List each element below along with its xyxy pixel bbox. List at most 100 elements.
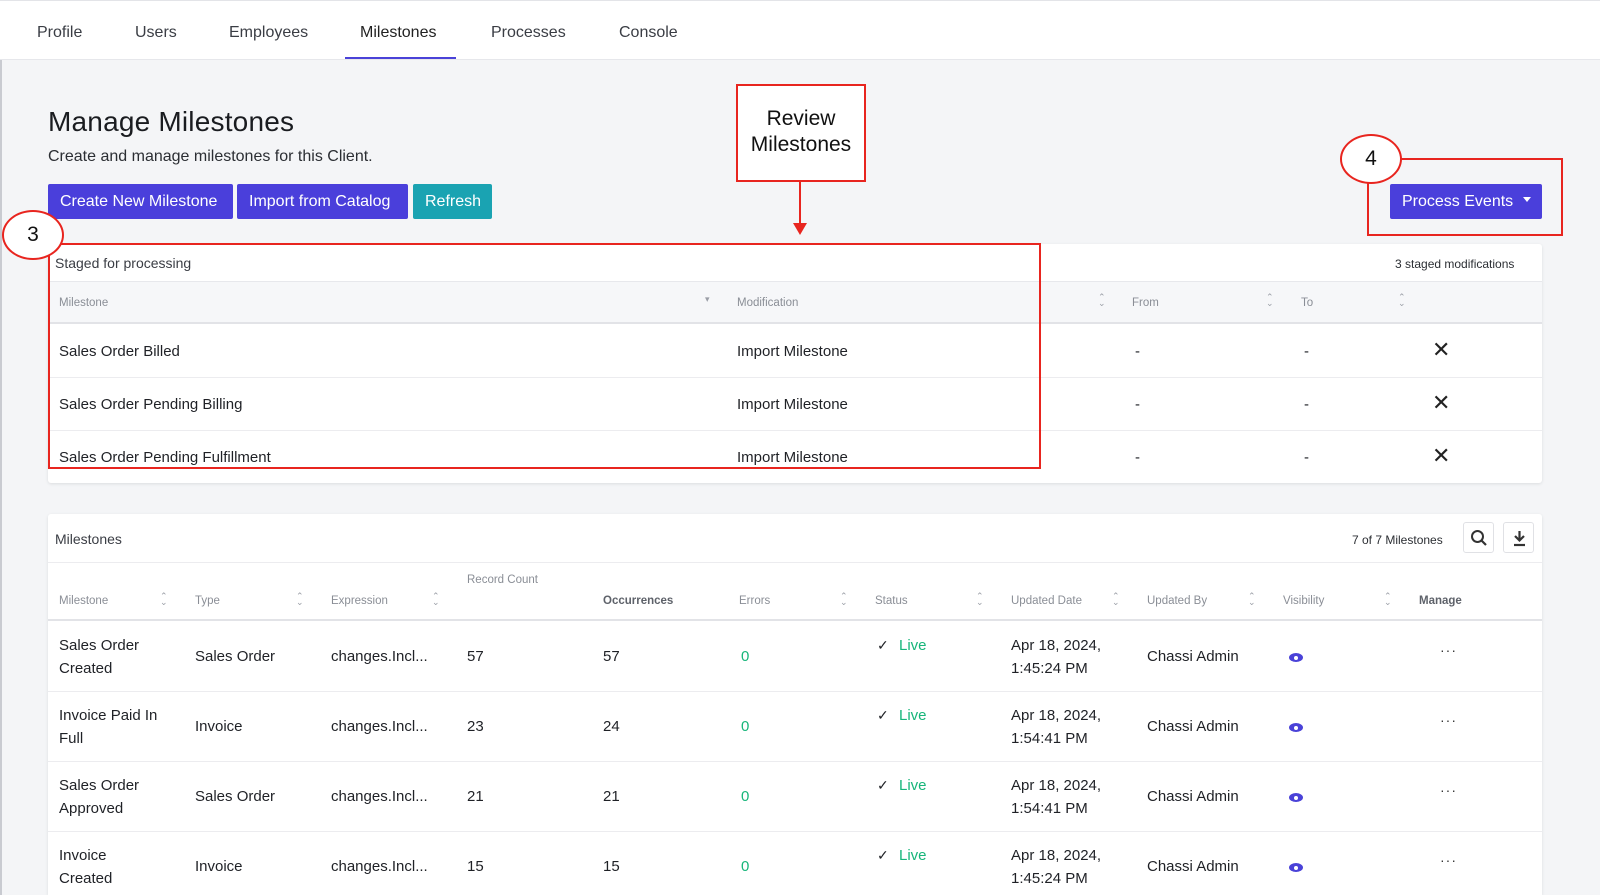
milestones-header-row: Milestone ⌃ ⌄ Type ⌃ ⌄ Expression ⌃ ⌄ Recor… [48,562,1542,621]
close-icon[interactable]: ✕ [1432,445,1450,467]
eye-icon[interactable] [1289,723,1303,732]
page-title: Manage Milestones [48,106,295,137]
import-catalog-button[interactable]: Import from Catalog [237,184,408,219]
milestone-occurrences: 21 [603,788,620,805]
col-status[interactable]: Status [875,595,908,607]
check-icon: ✓ [877,847,889,863]
more-icon[interactable]: ··· [1440,852,1457,868]
more-icon[interactable]: ··· [1440,782,1457,798]
col-manage: Manage [1419,595,1462,607]
milestone-record-count: 15 [467,858,484,875]
sort-icon[interactable]: ⌃ ⌄ [296,592,304,607]
milestone-name[interactable]: Sales Order Approved [59,774,169,820]
milestones-title: Milestones [55,531,122,547]
eye-icon[interactable] [1289,653,1303,662]
col-occurrences[interactable]: Occurrences [603,595,673,607]
col-updated-date[interactable]: Updated Date [1011,595,1082,607]
milestone-name[interactable]: Invoice Paid In Full [59,704,179,750]
staged-to: - [1304,396,1309,413]
milestone-errors: 0 [741,858,750,875]
status-badge: Live [899,847,927,864]
staged-to: - [1304,449,1309,466]
tab-milestones[interactable]: Milestones [360,1,436,60]
tab-processes[interactable]: Processes [491,1,566,60]
sort-icon[interactable]: ⌃ ⌄ [1384,592,1392,607]
tab-console[interactable]: Console [619,1,678,60]
milestones-count: 7 of 7 Milestones [1352,533,1443,547]
arrow-down-icon [793,223,807,235]
close-icon[interactable]: ✕ [1432,392,1450,414]
annotation-text-line2: Milestones [750,133,852,156]
sort-icon[interactable]: ⌃ ⌄ [1112,592,1120,607]
milestone-updated-by: Chassi Admin [1147,858,1239,875]
milestone-updated-date: Apr 18, 2024, 1:45:24 PM [1011,847,1102,887]
sort-icon[interactable]: ⌃ ⌄ [976,592,984,607]
milestone-expression: changes.Incl... [331,718,428,735]
sort-icon[interactable]: ⌃ ⌄ [840,592,848,607]
col-expression[interactable]: Expression [331,595,388,607]
staged-from: - [1135,343,1140,360]
milestone-errors: 0 [741,648,750,665]
annotation-box-staged [48,243,1041,469]
eye-icon[interactable] [1289,863,1303,872]
col-errors[interactable]: Errors [739,595,770,607]
milestone-record-count: 21 [467,788,484,805]
page-subtitle: Create and manage milestones for this Cl… [48,148,373,165]
sort-icon[interactable]: ⌃ ⌄ [1098,293,1106,308]
col-milestone[interactable]: Milestone [59,595,108,607]
more-icon[interactable]: ··· [1440,712,1457,728]
col-visibility[interactable]: Visibility [1283,595,1324,607]
sort-icon[interactable]: ⌃ ⌄ [432,592,440,607]
status-badge: Live [899,707,927,724]
tab-profile[interactable]: Profile [37,1,82,60]
staged-count: 3 staged modifications [1395,257,1515,271]
download-icon [1514,531,1525,547]
tab-users[interactable]: Users [135,1,177,60]
tab-employees[interactable]: Employees [229,1,308,60]
milestone-updated-date: Apr 18, 2024, 1:54:41 PM [1011,777,1102,817]
sort-icon[interactable]: ⌃ ⌄ [1266,293,1274,308]
milestone-updated-date: Apr 18, 2024, 1:45:24 PM [1011,637,1102,677]
milestone-errors: 0 [741,718,750,735]
search-icon [1471,530,1487,546]
refresh-button[interactable]: Refresh [413,184,492,219]
create-milestone-button[interactable]: Create New Milestone [48,184,233,219]
milestone-updated-by: Chassi Admin [1147,648,1239,665]
col-type[interactable]: Type [195,595,220,607]
status-badge: Live [899,777,927,794]
close-icon[interactable]: ✕ [1432,339,1450,361]
milestone-errors: 0 [741,788,750,805]
download-button[interactable] [1503,522,1534,553]
milestone-expression: changes.Incl... [331,858,428,875]
milestone-type: Invoice [195,858,243,875]
sort-icon[interactable]: ⌃ ⌄ [1248,592,1256,607]
col-updated-by[interactable]: Updated By [1147,595,1207,607]
milestone-name[interactable]: Invoice Created [59,844,149,890]
milestone-type: Sales Order [195,788,276,805]
milestone-occurrences: 15 [603,858,620,875]
status-badge: Live [899,637,927,654]
annotation-step-4: 4 [1340,134,1402,184]
col-from[interactable]: From [1132,297,1159,309]
sort-icon[interactable]: ⌃ ⌄ [160,592,168,607]
search-button[interactable] [1463,522,1494,553]
milestone-updated-by: Chassi Admin [1147,718,1239,735]
milestone-type: Sales Order [195,648,276,665]
check-icon: ✓ [877,777,889,793]
milestone-expression: changes.Incl... [331,648,428,665]
col-record-count[interactable]: Record Count [467,574,538,586]
milestone-updated-by: Chassi Admin [1147,788,1239,805]
col-to[interactable]: To [1301,297,1313,309]
more-icon[interactable]: ··· [1440,642,1457,658]
sort-icon[interactable]: ⌃ ⌄ [1398,293,1406,308]
check-icon: ✓ [877,707,889,723]
milestone-occurrences: 57 [603,648,620,665]
active-tab-indicator [345,57,456,59]
milestones-card: Milestones 7 of 7 Milestones Milestone ⌃… [48,514,1542,895]
annotation-arrow-line [799,182,801,224]
annotation-text-line1: Review [766,107,836,130]
eye-icon[interactable] [1289,793,1303,802]
annotation-step-3: 3 [2,210,64,260]
milestone-name[interactable]: Sales Order Created [59,634,169,680]
milestone-expression: changes.Incl... [331,788,428,805]
